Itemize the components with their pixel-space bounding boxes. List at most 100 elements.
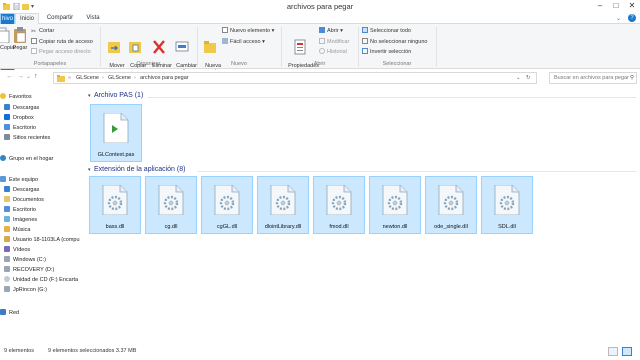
recent-locations-button[interactable]: ⌄	[26, 73, 31, 80]
nav-cd-drive[interactable]: Unidad de CD (F:) Encarta	[4, 275, 78, 285]
file-item[interactable]: cg.dll	[145, 176, 197, 234]
user-folder-icon	[4, 236, 10, 242]
paste-shortcut-button[interactable]: Pegar acceso directo	[31, 48, 91, 56]
properties-icon	[294, 39, 306, 55]
breadcrumb-glscene-root[interactable]: GLScene	[76, 75, 99, 81]
close-button[interactable]: ✕	[624, 0, 640, 12]
tab-vista[interactable]: Vista	[80, 13, 106, 24]
dll-gear-icon	[382, 185, 408, 215]
copy-button[interactable]: Copiar	[0, 27, 16, 51]
downloads-icon	[4, 186, 10, 192]
up-button[interactable]: ↑	[34, 73, 38, 80]
dll-gear-icon	[494, 185, 520, 215]
file-name: SDL.dll	[498, 224, 516, 230]
new-item-icon	[222, 27, 228, 33]
nav-user[interactable]: Usuario 18-1103LA (compu	[4, 235, 80, 245]
help-icon[interactable]: ?	[628, 14, 636, 22]
nav-windows-drive[interactable]: Windows (C:)	[4, 255, 46, 265]
minimize-button[interactable]: –	[592, 0, 608, 12]
file-item[interactable]: cgGL.dll	[201, 176, 253, 234]
cut-button[interactable]: ✂ Cortar	[31, 27, 54, 35]
breadcrumb-current-folder[interactable]: archivos para pegar	[140, 75, 189, 81]
status-item-count: 9 elementos	[4, 348, 34, 354]
maximize-button[interactable]: □	[608, 0, 624, 12]
file-item[interactable]: newton.dll	[369, 176, 421, 234]
dll-gear-icon	[438, 185, 464, 215]
nav-videos[interactable]: Vídeos	[4, 245, 30, 255]
file-item[interactable]: dlointLibrary.dll	[257, 176, 309, 234]
videos-icon	[4, 246, 10, 252]
group-label-abrir: Abrir	[313, 61, 326, 67]
select-none-button[interactable]: No seleccionar ninguno	[362, 38, 427, 46]
dll-gear-icon	[270, 185, 296, 215]
nav-network[interactable]: Red	[0, 308, 19, 318]
file-item[interactable]: SDL.dll	[481, 176, 533, 234]
breadcrumb-glscene[interactable]: GLScene	[108, 75, 131, 81]
nav-images[interactable]: Imágenes	[4, 215, 37, 225]
images-icon	[4, 216, 10, 222]
desktop-icon	[4, 124, 10, 130]
breadcrumb-separator[interactable]: ›	[102, 75, 104, 81]
ribbon-collapse-icon[interactable]: ⌄	[616, 15, 621, 22]
nav-pc-downloads[interactable]: Descargas	[4, 185, 39, 195]
forward-button[interactable]: →	[17, 73, 24, 80]
nav-pc-desktop[interactable]: Escritorio	[4, 205, 36, 215]
scissors-icon: ✂	[31, 29, 37, 35]
title-bar: ▾ archivos para pegar – □ ✕	[0, 0, 640, 13]
new-item-button[interactable]: Nuevo elemento ▾	[222, 27, 274, 35]
dll-gear-icon	[214, 185, 240, 215]
star-icon	[0, 93, 6, 99]
nav-recent-sites[interactable]: Sitios recientes	[4, 133, 50, 143]
documents-icon	[4, 196, 10, 202]
computer-icon	[0, 176, 6, 182]
group-header-pas[interactable]: ▾ Archivo PAS (1)	[88, 92, 143, 99]
back-button[interactable]: ←	[6, 73, 13, 80]
select-all-button[interactable]: Seleccionar todo	[362, 27, 411, 35]
new-folder-icon	[204, 41, 216, 53]
nav-dropbox[interactable]: Dropbox	[4, 113, 34, 123]
nav-this-pc[interactable]: Este equipo	[0, 175, 38, 185]
select-none-icon	[362, 38, 368, 44]
tab-compartir[interactable]: Compartir	[42, 13, 78, 24]
group-header-dll[interactable]: ▾ Extensión de la aplicación (8)	[88, 166, 185, 173]
history-icon	[319, 48, 325, 54]
dropbox-icon	[4, 114, 10, 120]
file-item[interactable]: bass.dll	[89, 176, 141, 234]
copy-path-button[interactable]: Copiar ruta de acceso	[31, 38, 93, 46]
copy-icon	[0, 27, 10, 43]
easy-access-button[interactable]: Fácil acceso ▾	[222, 38, 265, 46]
details-view-icon[interactable]	[608, 347, 618, 356]
nav-favorites[interactable]: Favoritos	[0, 92, 32, 102]
group-divider	[198, 171, 636, 172]
breadcrumb-overflow[interactable]: »	[68, 75, 71, 81]
nav-music[interactable]: Música	[4, 225, 30, 235]
nav-jprincon-drive[interactable]: JpRincon (G:)	[4, 285, 47, 295]
nav-desktop[interactable]: Escritorio	[4, 123, 36, 133]
nav-downloads[interactable]: Descargas	[4, 103, 39, 113]
group-label-seleccionar: Seleccionar	[382, 61, 412, 67]
large-icons-view-icon[interactable]	[622, 347, 632, 356]
paste-button[interactable]: Pegar	[11, 27, 29, 51]
nav-homegroup[interactable]: Grupo en el hogar	[0, 154, 53, 164]
breadcrumb-separator[interactable]: ›	[134, 75, 136, 81]
modify-icon	[319, 38, 325, 44]
refresh-icon[interactable]: ↻	[526, 75, 531, 81]
address-dropdown-icon[interactable]: ⌄	[516, 75, 521, 81]
nav-recovery-drive[interactable]: RECOVERY (D:)	[4, 265, 54, 275]
file-item[interactable]: GLContext.pas	[90, 104, 142, 162]
nav-documents[interactable]: Documentos	[4, 195, 44, 205]
file-name: cgGL.dll	[216, 224, 238, 230]
history-button[interactable]: Historial	[319, 48, 347, 56]
drive-icon	[4, 286, 10, 292]
dll-gear-icon	[102, 185, 128, 215]
open-button[interactable]: Abrir ▾	[319, 27, 343, 35]
copy-path-icon	[31, 38, 37, 44]
tab-inicio[interactable]: Inicio	[15, 13, 39, 24]
file-list: ▾ Archivo PAS (1) GLContext.pas ▾ Extensió…	[86, 88, 640, 345]
search-input[interactable]: Buscar en archivos para pegar ⚲	[549, 72, 637, 84]
file-item[interactable]: fmod.dll	[313, 176, 365, 234]
invert-selection-button[interactable]: Invertir selección	[362, 48, 411, 56]
file-item[interactable]: ode_single.dll	[425, 176, 477, 234]
address-bar[interactable]: » GLScene › GLScene › archivos para pega…	[53, 72, 537, 84]
modify-button[interactable]: Modificar	[319, 38, 349, 46]
